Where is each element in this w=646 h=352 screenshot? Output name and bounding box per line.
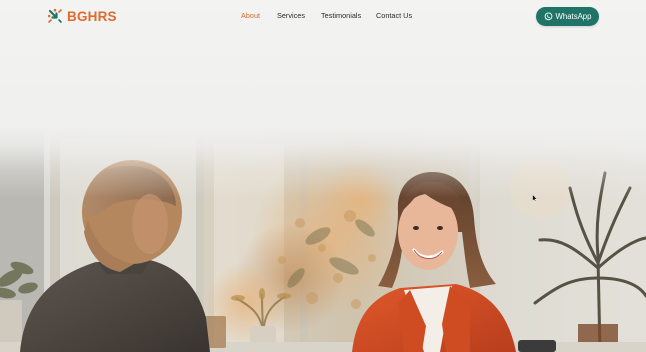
nav-link-contact-us[interactable]: Contact Us [376,11,412,21]
whatsapp-button-label: WhatsApp [555,12,592,21]
nav-link-about[interactable]: About [241,11,260,21]
whatsapp-icon [544,12,552,21]
nav-link-services[interactable]: Services [277,11,305,21]
business-meeting-photo [0,128,646,352]
page: BGHRS About Services Testimonials Contac… [0,0,646,352]
hero-image [0,128,646,352]
mouse-pointer-icon [532,194,538,202]
site-header: BGHRS About Services Testimonials Contac… [0,0,646,34]
nav-link-testimonials[interactable]: Testimonials [321,11,361,21]
whatsapp-button[interactable]: WhatsApp [536,7,599,26]
